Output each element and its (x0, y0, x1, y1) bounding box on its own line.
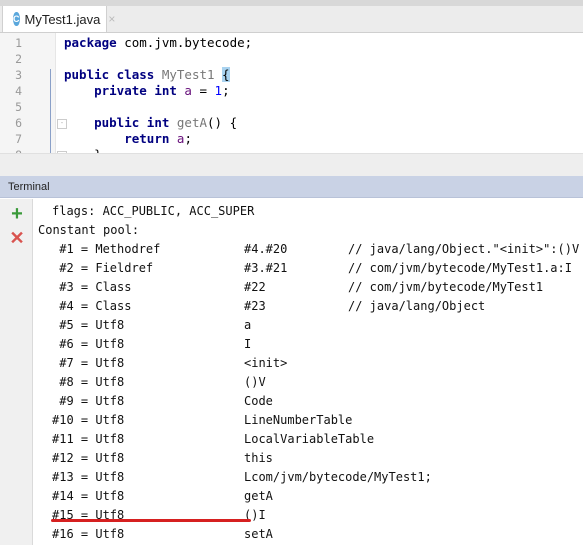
entry-value: ()I (244, 508, 266, 522)
entry-comment: // java/lang/Object."<init>":()V (348, 242, 580, 256)
entry-id: #5 = Utf8 (52, 318, 125, 332)
add-icon[interactable]: + (8, 204, 26, 224)
code-line: 5 (0, 99, 583, 115)
code-line: 4 private int a = 1; (0, 83, 583, 99)
entry-id: #1 = Methodref (52, 242, 161, 256)
entry-value: Code (244, 394, 273, 408)
package-name: com.jvm.bytecode; (116, 35, 253, 50)
entry-comment: // com/jvm/bytecode/MyTest1.a:I (348, 261, 572, 275)
operator: = (191, 83, 215, 98)
keyword: public int (94, 115, 170, 130)
entry-id: #10 = Utf8 (52, 413, 125, 427)
line-number: 5 (15, 100, 22, 114)
tab-mytest1-java[interactable]: C MyTest1.java × (2, 6, 115, 32)
entry-id: #3 = Class (52, 280, 132, 294)
brace: { (222, 67, 230, 82)
keyword: package (64, 35, 117, 50)
line-number: 4 (15, 84, 22, 98)
entry-id: #11 = Utf8 (52, 432, 125, 446)
entry-id: #16 = Utf8 (52, 527, 125, 541)
editor-tab-bar: C MyTest1.java × (0, 6, 583, 33)
field-name: a (169, 131, 185, 146)
method-name: getA (169, 115, 208, 130)
terminal-header: Terminal (0, 176, 583, 198)
line-number: 6 (15, 116, 22, 130)
terminal-title: Terminal (8, 181, 50, 193)
semicolon: ; (222, 83, 230, 98)
entry-value: getA (244, 489, 273, 503)
editor-status-area (0, 153, 583, 177)
entry-value: I (244, 337, 252, 351)
code-line: 1 package com.jvm.bytecode; (0, 35, 583, 51)
punctuation: () { (207, 115, 238, 130)
entry-id: #4 = Class (52, 299, 132, 313)
terminal-output[interactable]: flags: ACC_PUBLIC, ACC_SUPER Constant po… (33, 199, 583, 545)
entry-value: a (244, 318, 252, 332)
tab-label: MyTest1.java (24, 11, 101, 27)
entry-id: #12 = Utf8 (52, 451, 125, 465)
code-editor[interactable]: 1 package com.jvm.bytecode; 2 3 public c… (0, 33, 583, 162)
entry-value: Lcom/jvm/bytecode/MyTest1; (244, 470, 432, 484)
keyword: private int (94, 83, 177, 98)
code-line: 2 (0, 51, 583, 67)
entry-value: #3.#21 (244, 261, 288, 275)
red-underline-annotation (51, 519, 251, 522)
entry-id: #9 = Utf8 (52, 394, 125, 408)
entry-value: #4.#20 (244, 242, 288, 256)
entry-id: #13 = Utf8 (52, 470, 125, 484)
code-line: 3 public class MyTest1 { (0, 67, 583, 83)
constant-pool-header: Constant pool: (38, 223, 140, 237)
entry-value: LocalVariableTable (244, 432, 375, 446)
code-line: 6 - public int getA() { (0, 115, 583, 131)
entry-id: #15 = Utf8 (52, 508, 125, 522)
flags-line: flags: ACC_PUBLIC, ACC_SUPER (52, 204, 255, 218)
code-line: 7 return a; (0, 131, 583, 147)
number-literal: 1 (214, 83, 223, 98)
entry-value: #22 (244, 280, 266, 294)
line-number: 3 (15, 68, 22, 82)
field-name: a (176, 83, 192, 98)
entry-id: #7 = Utf8 (52, 356, 125, 370)
entry-id: #6 = Utf8 (52, 337, 125, 351)
semicolon: ; (184, 131, 192, 146)
entry-comment: // com/jvm/bytecode/MyTest1 (348, 280, 544, 294)
keyword: return (124, 131, 170, 146)
close-icon[interactable]: × (108, 12, 115, 26)
line-number: 2 (15, 52, 22, 66)
class-name: MyTest1 (154, 67, 223, 82)
java-class-icon: C (13, 12, 20, 26)
entry-value: setA (244, 527, 273, 541)
entry-value: LineNumberTable (244, 413, 353, 427)
terminal-toolbar: + ✕ (0, 199, 33, 545)
entry-id: #14 = Utf8 (52, 489, 125, 503)
close-icon[interactable]: ✕ (8, 229, 26, 247)
entry-value: this (244, 451, 273, 465)
line-number: 1 (15, 36, 22, 50)
entry-value: <init> (244, 356, 288, 370)
entry-id: #2 = Fieldref (52, 261, 154, 275)
entry-value: ()V (244, 375, 266, 389)
entry-value: #23 (244, 299, 266, 313)
entry-comment: // java/lang/Object (348, 299, 486, 313)
entry-id: #8 = Utf8 (52, 375, 125, 389)
line-number: 7 (15, 132, 22, 146)
keyword: public class (64, 67, 155, 82)
